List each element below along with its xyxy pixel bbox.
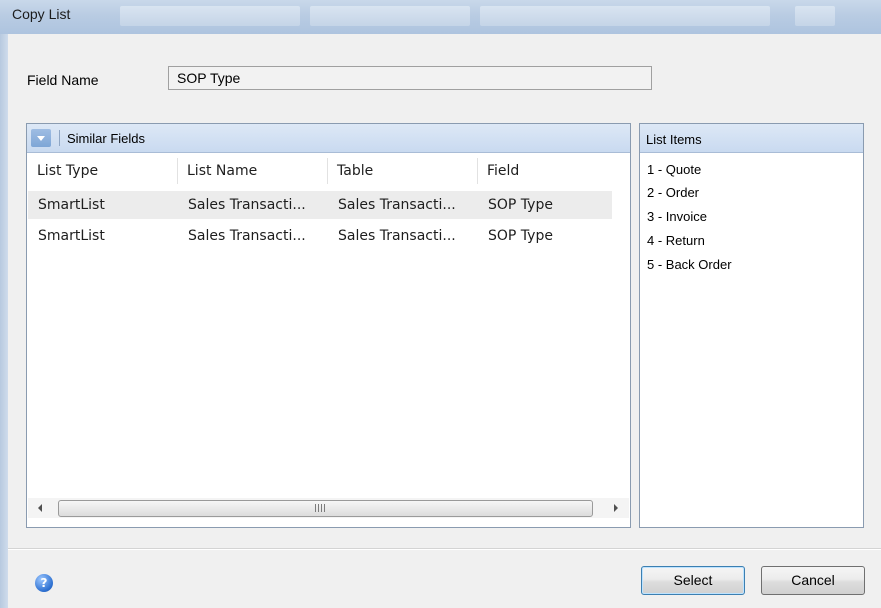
select-button[interactable]: Select	[641, 566, 745, 595]
list-item: 4 - Return	[647, 233, 705, 248]
title-bar: Copy List	[0, 0, 881, 35]
blurred-background	[120, 6, 300, 26]
list-item: 3 - Invoice	[647, 209, 707, 224]
scroll-thumb[interactable]	[58, 500, 593, 517]
similar-fields-title: Similar Fields	[67, 131, 146, 146]
blurred-background	[480, 6, 770, 26]
list-item: 1 - Quote	[647, 162, 702, 177]
window-border	[0, 34, 8, 608]
cell-list-type: SmartList	[38, 197, 105, 213]
scroll-left-icon[interactable]	[32, 498, 50, 518]
list-item: 2 - Order	[647, 185, 700, 200]
scroll-grip-icon	[315, 504, 325, 512]
table-row[interactable]: SmartList Sales Transacti... Sales Trans…	[28, 222, 612, 250]
field-name-value: SOP Type	[168, 66, 652, 90]
blurred-background	[795, 6, 835, 26]
blurred-background	[310, 6, 470, 26]
similar-fields-panel: Similar Fields List Type List Name Table…	[26, 123, 631, 528]
horizontal-scrollbar[interactable]	[28, 498, 629, 518]
cell-field: SOP Type	[488, 228, 553, 244]
help-icon[interactable]: ?	[35, 574, 53, 592]
header-divider	[59, 130, 60, 146]
list-items-header: List Items	[640, 124, 863, 153]
list-items-panel: List Items 1 - Quote 2 - Order 3 - Invoi…	[639, 123, 864, 528]
cell-table: Sales Transacti...	[338, 228, 456, 244]
list-item: 5 - Back Order	[647, 257, 732, 272]
cell-field: SOP Type	[488, 197, 553, 213]
table-row[interactable]: SmartList Sales Transacti... Sales Trans…	[28, 191, 612, 219]
list-items-title: List Items	[646, 132, 702, 147]
column-header-list-type[interactable]: List Type	[27, 154, 177, 188]
scroll-right-icon[interactable]	[606, 498, 624, 518]
window-title: Copy List	[12, 6, 71, 22]
column-header-table[interactable]: Table	[327, 154, 477, 188]
cell-table: Sales Transacti...	[338, 197, 456, 213]
cell-list-name: Sales Transacti...	[188, 228, 306, 244]
footer-divider	[8, 548, 881, 549]
collapse-icon[interactable]	[31, 129, 51, 147]
cell-list-name: Sales Transacti...	[188, 197, 306, 213]
similar-fields-header: Similar Fields	[27, 124, 630, 153]
field-name-label: Field Name	[27, 72, 99, 88]
column-header-field[interactable]: Field	[477, 154, 612, 188]
cell-list-type: SmartList	[38, 228, 105, 244]
cancel-button[interactable]: Cancel	[761, 566, 865, 595]
column-header-list-name[interactable]: List Name	[177, 154, 327, 188]
